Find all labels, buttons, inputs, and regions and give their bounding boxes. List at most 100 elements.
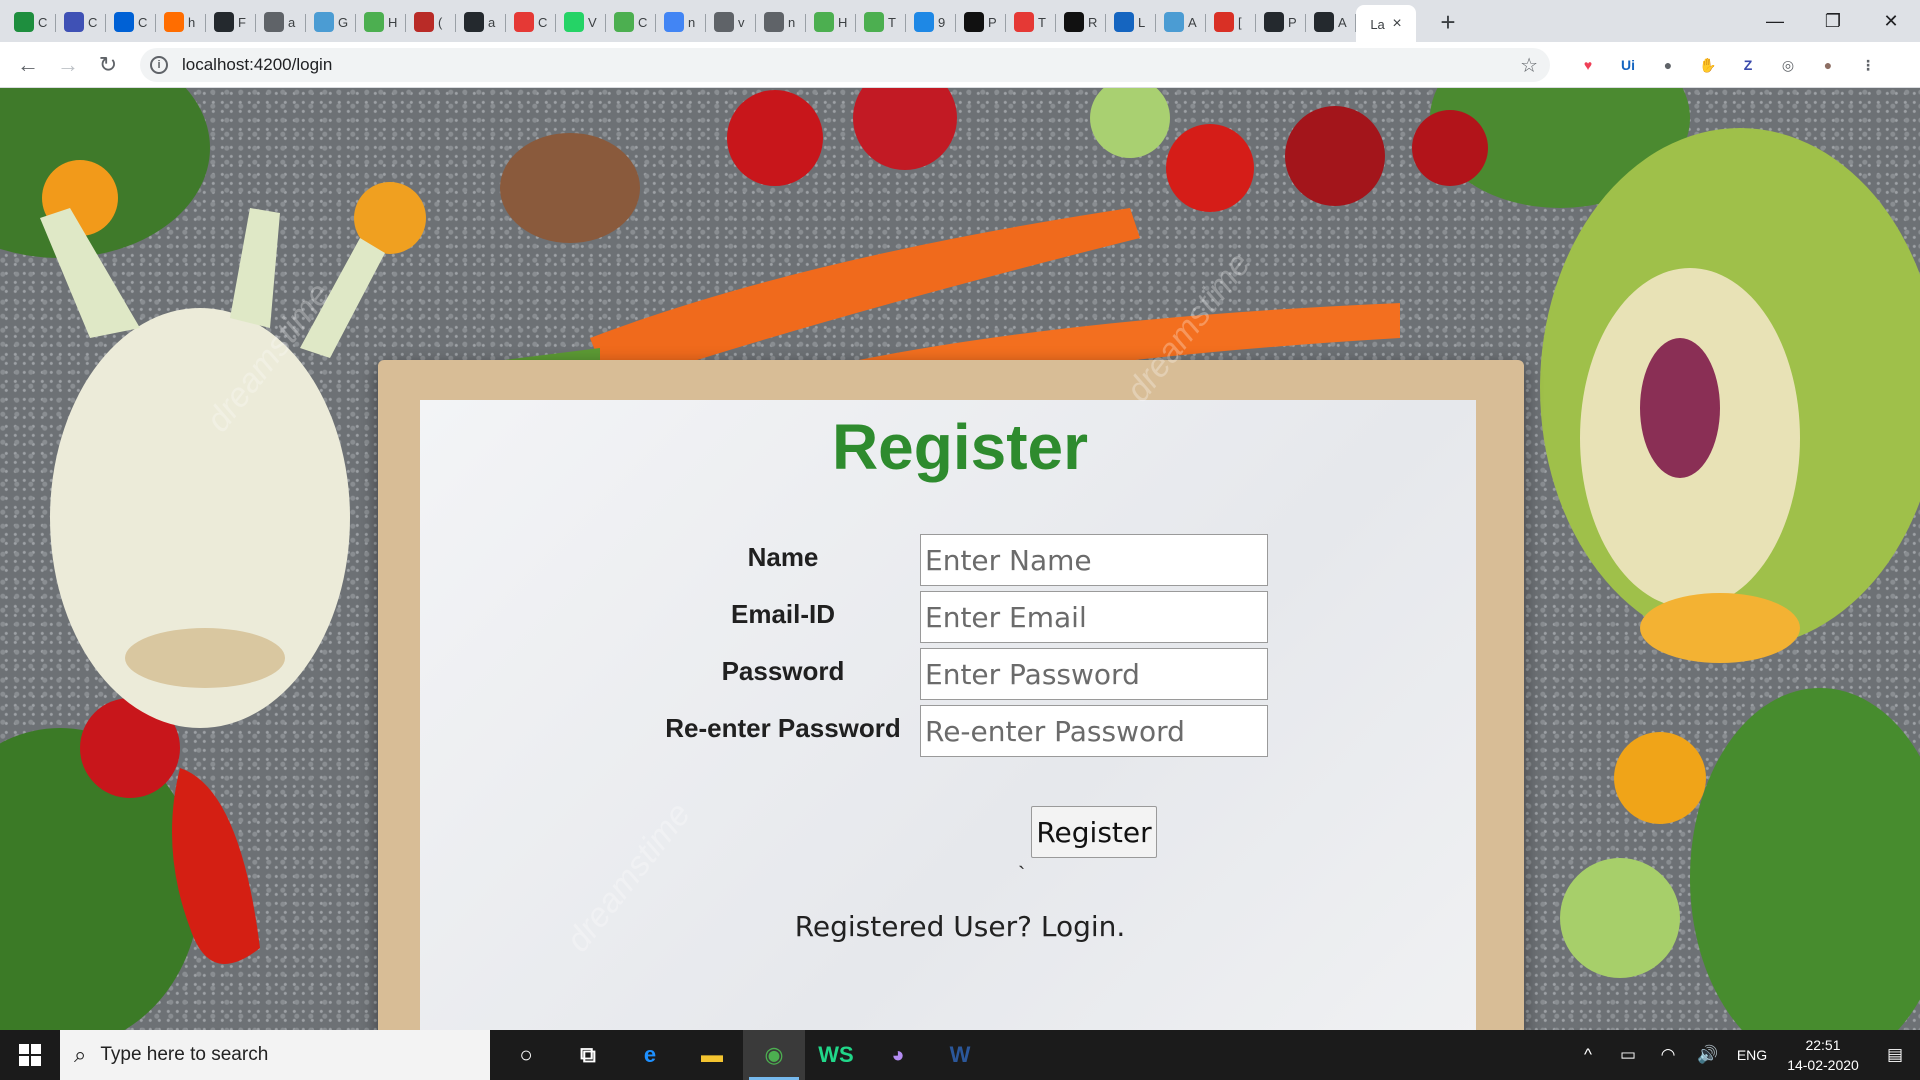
back-button[interactable]: ← [14, 51, 42, 79]
name-label: Name [747, 542, 819, 572]
menu-icon[interactable]: ⋮ [1854, 51, 1882, 79]
browser-tab[interactable]: a [456, 4, 506, 40]
github-icon [464, 12, 484, 32]
close-tab-icon[interactable]: × [1392, 15, 1401, 33]
page-title: Register [831, 411, 1089, 483]
browser-tab[interactable]: ( [406, 4, 456, 40]
tab-title: T [888, 14, 896, 30]
wave-icon [1114, 12, 1134, 32]
active-browser-tab[interactable]: La × [1356, 5, 1416, 43]
system-tray: ^ ▭ ◠ 🔊 ENG 22:51 14-02-2020 ▤ [1568, 1030, 1920, 1080]
github-desktop-icon[interactable]: ◕ [867, 1030, 929, 1080]
browser-tab[interactable]: R [1056, 4, 1106, 40]
browser-tab[interactable]: T [1006, 4, 1056, 40]
browser-tab[interactable]: h [156, 4, 206, 40]
browser-tab[interactable]: G [306, 4, 356, 40]
browser-tab[interactable]: F [206, 4, 256, 40]
taskbar-search-box[interactable]: ⌕ Type here to search [60, 1030, 490, 1080]
z-extension-icon[interactable]: Z [1734, 51, 1762, 79]
tray-chevron-icon[interactable]: ^ [1568, 1045, 1608, 1065]
clock[interactable]: 22:51 14-02-2020 [1776, 1035, 1870, 1075]
volume-icon[interactable]: 🔊 [1688, 1045, 1728, 1065]
tab-title: A [1338, 14, 1347, 30]
url-text[interactable]: localhost:4200/login [182, 55, 332, 75]
register-button[interactable]: Register [1031, 806, 1157, 858]
list-icon [64, 12, 84, 32]
tab-title: C [88, 14, 98, 30]
tab-title: G [338, 14, 348, 30]
address-bar[interactable]: i localhost:4200/login ☆ [140, 48, 1550, 82]
tab-title: T [1038, 14, 1046, 30]
browser-tab[interactable]: C [56, 4, 106, 40]
codepen-icon [964, 12, 984, 32]
browser-tab[interactable]: C [6, 4, 56, 40]
word-icon[interactable]: W [929, 1030, 991, 1080]
wifi-icon[interactable]: ◠ [1648, 1045, 1688, 1065]
language-indicator[interactable]: ENG [1728, 1047, 1776, 1063]
maximize-button[interactable]: ❐ [1804, 0, 1862, 42]
cortana-icon[interactable]: ○ [495, 1030, 557, 1080]
plus-square-icon [14, 12, 34, 32]
browser-tab[interactable]: H [356, 4, 406, 40]
circle-extension-icon[interactable]: ● [1654, 51, 1682, 79]
tab-title: R [1088, 14, 1098, 30]
ui-extension-icon[interactable]: Ui [1614, 51, 1642, 79]
browser-tab[interactable]: 9 [906, 4, 956, 40]
browser-tab[interactable]: P [1256, 4, 1306, 40]
pocket-icon[interactable]: ♥ [1574, 51, 1602, 79]
profile-avatar[interactable]: ● [1814, 51, 1842, 79]
minimize-button[interactable]: — [1746, 0, 1804, 42]
search-icon: ⌕ [74, 1042, 87, 1067]
w3-icon [814, 12, 834, 32]
task-view-icon[interactable]: ⧉ [557, 1030, 619, 1080]
password-input[interactable] [920, 648, 1268, 700]
target-icon [1014, 12, 1034, 32]
file-explorer-icon[interactable]: ▬ [681, 1030, 743, 1080]
browser-tab[interactable]: L [1106, 4, 1156, 40]
reenter-password-input[interactable] [920, 705, 1268, 757]
browser-tab[interactable]: a [256, 4, 306, 40]
name-input[interactable] [920, 534, 1268, 586]
bookmark-star-icon[interactable]: ☆ [1520, 53, 1538, 78]
w3-icon [364, 12, 384, 32]
browser-tab[interactable]: P [956, 4, 1006, 40]
browser-tab[interactable]: C [106, 4, 156, 40]
browser-tab[interactable]: C [606, 4, 656, 40]
adblock-icon[interactable]: ✋ [1694, 51, 1722, 79]
webstorm-icon[interactable]: WS [805, 1030, 867, 1080]
ring-extension-icon[interactable]: ◎ [1774, 51, 1802, 79]
reenter-password-label: Re-enter Password [665, 713, 901, 743]
browser-tab[interactable]: n [656, 4, 706, 40]
tab-title: C [138, 14, 148, 30]
globe-icon [714, 12, 734, 32]
github-icon [214, 12, 234, 32]
battery-icon[interactable]: ▭ [1608, 1045, 1648, 1065]
browser-tab[interactable]: H [806, 4, 856, 40]
github-icon [1264, 12, 1284, 32]
start-button[interactable] [0, 1030, 60, 1080]
browser-tab[interactable]: C [506, 4, 556, 40]
browser-tab[interactable]: [ [1206, 4, 1256, 40]
notifications-icon[interactable]: ▤ [1870, 1045, 1920, 1065]
chrome-icon[interactable]: ◉ [743, 1030, 805, 1080]
browser-tab[interactable]: A [1306, 4, 1356, 40]
forward-button[interactable]: → [54, 51, 82, 79]
browser-tab[interactable]: v [706, 4, 756, 40]
tab-title: a [488, 14, 496, 30]
new-tab-button[interactable]: + [1428, 4, 1468, 40]
browser-tab[interactable]: A [1156, 4, 1206, 40]
extension-area: ♥ Ui ● ✋ Z ◎ ● ⋮ [1574, 51, 1882, 79]
close-window-button[interactable]: ✕ [1862, 0, 1920, 42]
tab-title: [ [1238, 14, 1242, 30]
browser-tab[interactable]: V [556, 4, 606, 40]
tab-title: F [238, 14, 246, 30]
site-info-icon[interactable]: i [150, 56, 168, 74]
edge-icon[interactable]: e [619, 1030, 681, 1080]
browser-tab[interactable]: T [856, 4, 906, 40]
login-link[interactable]: Registered User? Login. [0, 910, 1920, 943]
tab-title: ( [438, 14, 443, 30]
browser-tab[interactable]: n [756, 4, 806, 40]
reload-button[interactable]: ↻ [94, 51, 122, 79]
email-input[interactable] [920, 591, 1268, 643]
tab-title: H [838, 14, 848, 30]
